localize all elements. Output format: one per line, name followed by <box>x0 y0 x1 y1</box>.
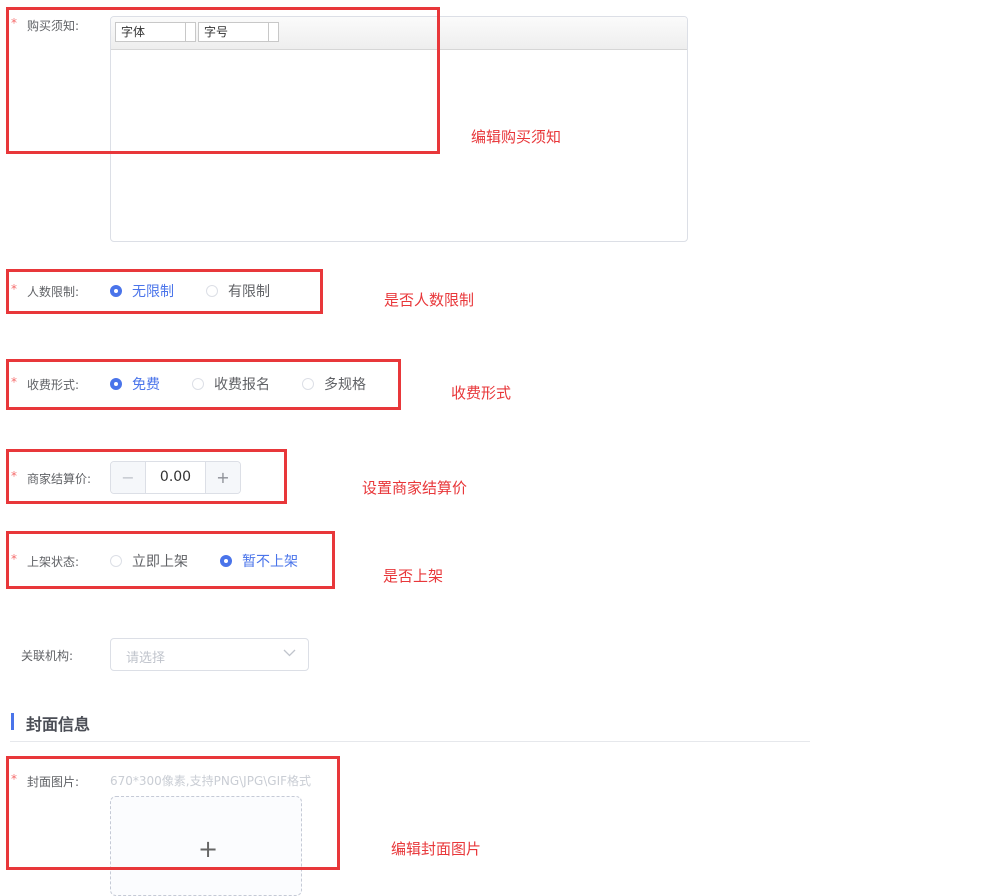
annotation-cover-image: 编辑封面图片 <box>391 840 482 858</box>
related-org-label: 关联机构: <box>21 649 74 663</box>
annotation-charge-form: 收费形式 <box>451 384 512 402</box>
cover-section-title: 封面信息 <box>26 715 91 734</box>
annotation-listing-status: 是否上架 <box>383 567 444 585</box>
annotation-box-purchase-notice <box>6 7 440 154</box>
select-placeholder: 请选择 <box>126 651 166 666</box>
chevron-down-icon <box>283 649 296 657</box>
annotation-box-listing-status <box>6 531 335 589</box>
annotation-box-people-limit <box>6 269 323 314</box>
annotation-merchant-price: 设置商家结算价 <box>362 479 468 497</box>
annotation-purchase-notice: 编辑购买须知 <box>471 128 562 146</box>
section-accent-bar <box>11 713 14 730</box>
annotation-box-cover-image <box>6 756 340 870</box>
annotation-box-charge-form <box>6 359 401 410</box>
annotation-people-limit: 是否人数限制 <box>384 291 475 309</box>
related-org-select[interactable]: 请选择 <box>110 638 309 671</box>
annotation-box-merchant-price <box>6 449 287 504</box>
section-divider <box>10 741 810 742</box>
